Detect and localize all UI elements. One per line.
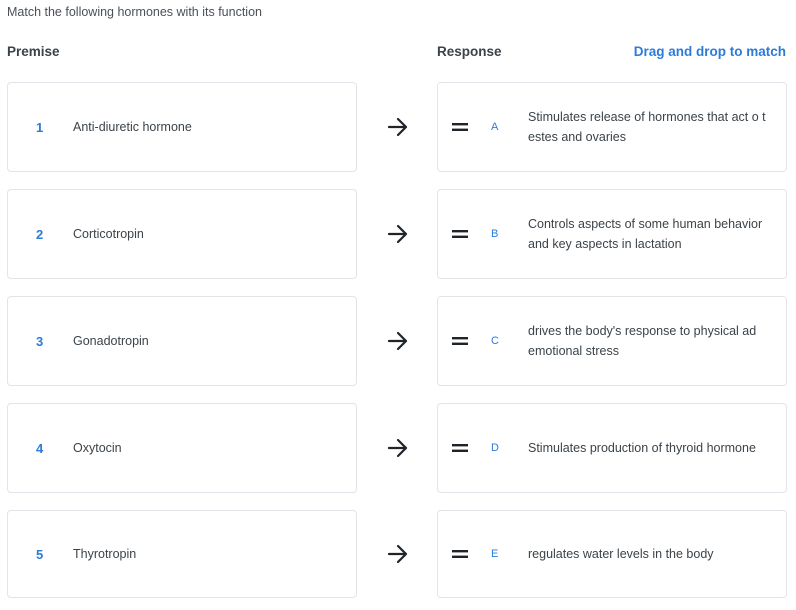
premise-text: Gonadotropin <box>73 334 149 348</box>
premise-card: 2 Corticotropin <box>7 189 357 279</box>
drag-handle-icon[interactable] <box>452 83 468 171</box>
drag-handle-icon[interactable] <box>452 511 468 597</box>
drag-drop-hint: Drag and drop to match <box>633 44 786 59</box>
arrow-right-icon <box>384 189 412 279</box>
arrow-right-icon <box>384 296 412 386</box>
response-letter: C <box>491 335 499 347</box>
response-header: Response <box>437 44 502 59</box>
response-card[interactable]: B Controls aspects of some human behavio… <box>437 189 787 279</box>
response-letter: D <box>491 442 499 454</box>
premise-number: 3 <box>36 333 44 349</box>
premise-card: 1 Anti-diuretic hormone <box>7 82 357 172</box>
match-row: 4 Oxytocin D Stimulates production of th… <box>0 403 796 495</box>
arrow-right-icon <box>384 510 412 598</box>
premise-number: 2 <box>36 226 44 242</box>
response-card[interactable]: A Stimulates release of hormones that ac… <box>437 82 787 172</box>
match-row: 3 Gonadotropin C drives the body's respo… <box>0 296 796 388</box>
drag-handle-icon[interactable] <box>452 297 468 385</box>
premise-number: 5 <box>36 546 44 562</box>
premise-text: Thyrotropin <box>73 547 137 561</box>
premise-number: 1 <box>36 119 44 135</box>
response-letter: A <box>491 121 499 133</box>
drag-handle-icon[interactable] <box>452 404 468 492</box>
response-text: Stimulates release of hormones that act … <box>528 110 766 144</box>
response-card[interactable]: C drives the body's response to physical… <box>437 296 787 386</box>
match-row: 2 Corticotropin B Controls aspects of so… <box>0 189 796 281</box>
drag-handle-icon[interactable] <box>452 190 468 278</box>
response-letter: B <box>491 228 499 240</box>
premise-card: 5 Thyrotropin <box>7 510 357 598</box>
response-text: Stimulates production of thyroid hormone <box>528 441 756 455</box>
response-letter: E <box>491 548 499 560</box>
arrow-right-icon <box>384 403 412 493</box>
response-text: regulates water levels in the body <box>528 547 714 561</box>
question-text: Match the following hormones with its fu… <box>7 5 262 19</box>
response-text: Controls aspects of some human behavior … <box>528 217 763 251</box>
premise-card: 4 Oxytocin <box>7 403 357 493</box>
premise-card: 3 Gonadotropin <box>7 296 357 386</box>
match-row: 5 Thyrotropin E regulates water levels i… <box>0 510 796 602</box>
premise-number: 4 <box>36 440 44 456</box>
response-card[interactable]: D Stimulates production of thyroid hormo… <box>437 403 787 493</box>
premise-text: Anti-diuretic hormone <box>73 120 192 134</box>
arrow-right-icon <box>384 82 412 172</box>
response-text: drives the body's response to physical a… <box>528 324 757 358</box>
premise-text: Oxytocin <box>73 441 122 455</box>
match-row: 1 Anti-diuretic hormone A Stimulates rel… <box>0 82 796 174</box>
response-card[interactable]: E regulates water levels in the body <box>437 510 787 598</box>
premise-text: Corticotropin <box>73 227 144 241</box>
premise-header: Premise <box>7 44 60 59</box>
